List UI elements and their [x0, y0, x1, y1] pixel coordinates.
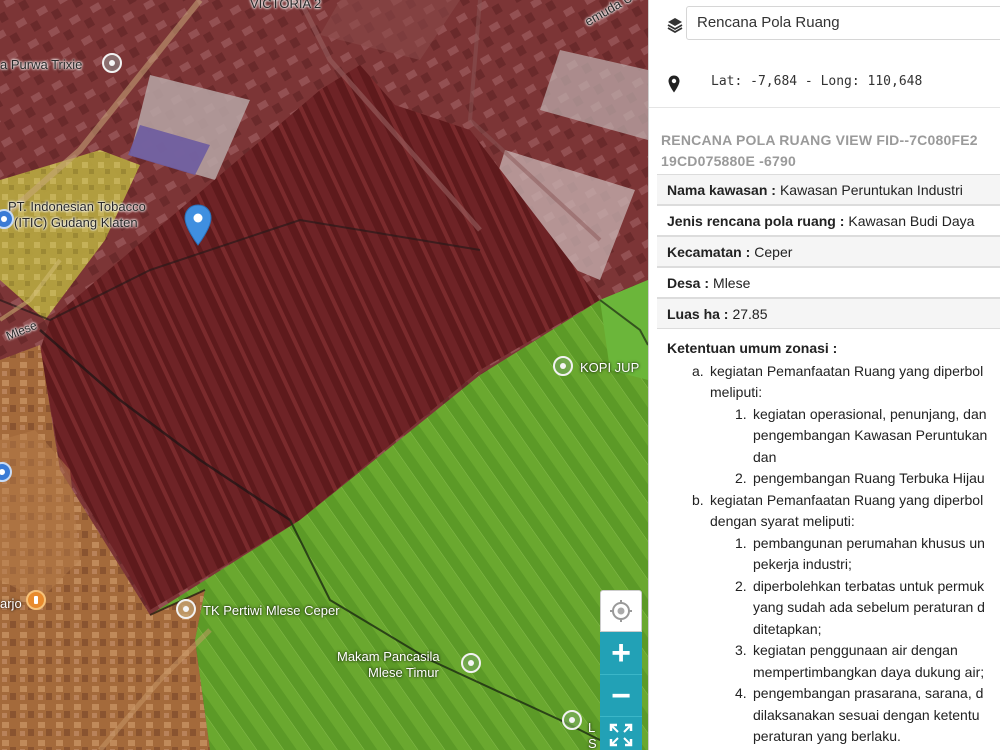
- item-text: yang sudah ada sebelum peraturan d: [753, 599, 985, 615]
- attr-label: Desa :: [667, 274, 710, 291]
- clause-marker: a.: [692, 362, 704, 379]
- item-text: dilaksanakan sesuai dengan ketentu: [753, 706, 980, 723]
- map-label-makam-2: Mlese Timur: [368, 665, 439, 680]
- feature-id-title: RENCANA POLA RUANG VIEW FID--7C080FE2 19…: [661, 132, 978, 169]
- clause-a: a. kegiatan Pemanfaatan Ruang yang diper…: [667, 361, 1000, 383]
- layer-row: Rencana Pola Ruang: [649, 0, 1000, 50]
- map-pin-icon: [668, 75, 680, 93]
- attr-row-kecamatan: Kecamatan : Ceper: [657, 236, 1000, 267]
- cemetery-poi-icon[interactable]: [461, 653, 481, 673]
- item-text: dan: [753, 448, 777, 465]
- clause-b2: 2. diperbolehkan terbatas untuk permuk: [667, 576, 1000, 598]
- attribute-table: Nama kawasan : Kawasan Peruntukan Indust…: [657, 174, 1000, 329]
- attr-row-nama-kawasan: Nama kawasan : Kawasan Peruntukan Indust…: [657, 174, 1000, 205]
- info-panel: Rencana Pola Ruang Lat: -7,684 - Long: 1…: [648, 0, 1000, 750]
- item-text: ditetapkan;: [753, 620, 822, 637]
- clause-text: kegiatan Pemanfaatan Ruang yang diperbol: [710, 491, 984, 508]
- attr-value: Mlese: [713, 274, 751, 291]
- clause-text: meliputi:: [710, 384, 763, 400]
- item-text: peraturan yang berlaku.: [753, 728, 901, 744]
- location-marker-icon[interactable]: [184, 204, 212, 246]
- item-text: pengembangan Kawasan Peruntukan: [753, 427, 988, 443]
- map-label-makam-1: Makam Pancasila: [337, 649, 440, 664]
- ketentuan-zonasi: Ketentuan umum zonasi : a. kegiatan Pema…: [667, 338, 1000, 748]
- map-label-bottom-s: S: [588, 736, 597, 750]
- clause-b: b. kegiatan Pemanfaatan Ruang yang diper…: [667, 490, 1000, 512]
- attr-label: Luas ha :: [667, 305, 729, 322]
- clause-a2: 2. pengembangan Ruang Terbuka Hijau: [667, 468, 1000, 490]
- item-marker: 2.: [735, 577, 747, 594]
- attr-label: Jenis rencana pola ruang :: [667, 212, 845, 229]
- clause-text: dengan syarat meliputi:: [710, 513, 855, 529]
- attr-value: 27.85: [732, 305, 768, 322]
- plus-icon: +: [611, 634, 631, 672]
- map-label-indonesian-tobacco: PT. Indonesian Tobacco: [8, 199, 146, 214]
- attr-row-jenis-rencana: Jenis rencana pola ruang : Kawasan Budi …: [657, 205, 1000, 236]
- food-poi-icon[interactable]: [26, 590, 46, 610]
- clause-b4: 4. pengembangan prasarana, sarana, d: [667, 683, 1000, 705]
- item-marker: 1.: [735, 405, 747, 422]
- coordinate-readout: Lat: -7,684 - Long: 110,648: [711, 74, 923, 89]
- map-label-itic-gudang: (ITIC) Gudang Klaten: [14, 215, 138, 230]
- item-text: kegiatan penggunaan air dengan: [753, 642, 958, 658]
- map-label-tk-pertiwi: TK Pertiwi Mlese Ceper: [203, 603, 340, 618]
- attr-value: Kawasan Peruntukan Industri: [779, 181, 963, 198]
- item-text: diperbolehkan terbatas untuk permuk: [753, 577, 985, 594]
- attr-value: Kawasan Budi Daya: [848, 212, 975, 229]
- item-text: pengembangan prasarana, sarana, d: [753, 685, 984, 701]
- fullscreen-icon: [609, 723, 633, 747]
- map-view[interactable]: VICTORIA 2 emuda Utara a Purwa Trixie PT…: [0, 0, 648, 750]
- map-label-purwa-trixie: a Purwa Trixie: [0, 57, 83, 72]
- item-text: mempertimbangkan daya dukung air;: [753, 663, 985, 680]
- attr-value: Ceper: [754, 243, 793, 260]
- map-canvas[interactable]: [0, 0, 648, 750]
- clause-a1: 1. kegiatan operasional, penunjang, dan: [667, 404, 1000, 426]
- place-poi-icon-bottom[interactable]: [562, 710, 582, 730]
- item-marker: 4.: [735, 685, 747, 701]
- item-text: kegiatan operasional, penunjang, dan: [753, 405, 987, 422]
- fullscreen-button[interactable]: [600, 716, 642, 750]
- item-text: pekerja industri;: [753, 556, 852, 572]
- crosshair-icon: [610, 600, 632, 622]
- clause-b3: 3. kegiatan penggunaan air dengan: [667, 640, 1000, 662]
- map-label-arjo: arjo: [0, 596, 22, 611]
- item-marker: 2.: [735, 470, 747, 486]
- layer-select[interactable]: Rencana Pola Ruang: [686, 6, 1000, 40]
- locate-button[interactable]: [600, 590, 642, 632]
- zoom-in-button[interactable]: +: [600, 632, 642, 674]
- map-label-kopi: KOPI JUP: [580, 360, 640, 375]
- ketentuan-title: Ketentuan umum zonasi :: [667, 340, 838, 356]
- layers-icon: [667, 18, 683, 33]
- item-text: pembangunan perumahan khusus un: [753, 534, 985, 551]
- map-label-bottom-l: L: [588, 720, 596, 735]
- school-poi-icon[interactable]: [176, 599, 196, 619]
- attr-label: Nama kawasan :: [667, 181, 776, 198]
- map-label-victoria: VICTORIA 2: [250, 0, 322, 11]
- item-marker: 1.: [735, 534, 747, 551]
- cafe-poi-icon[interactable]: [553, 356, 573, 376]
- clause-marker: b.: [692, 491, 704, 508]
- minus-icon: −: [611, 676, 631, 715]
- clause-text: kegiatan Pemanfaatan Ruang yang diperbol: [710, 362, 984, 379]
- zoom-out-button[interactable]: −: [600, 674, 642, 716]
- coordinate-row: Lat: -7,684 - Long: 110,648: [649, 58, 1000, 108]
- attr-row-desa: Desa : Mlese: [657, 267, 1000, 298]
- attr-row-luas: Luas ha : 27.85: [657, 298, 1000, 329]
- place-poi-icon[interactable]: [102, 53, 122, 73]
- attr-label: Kecamatan :: [667, 243, 751, 260]
- clause-b1: 1. pembangunan perumahan khusus un: [667, 533, 1000, 555]
- item-text: pengembangan Ruang Terbuka Hijau: [753, 470, 985, 486]
- item-marker: 3.: [735, 642, 747, 658]
